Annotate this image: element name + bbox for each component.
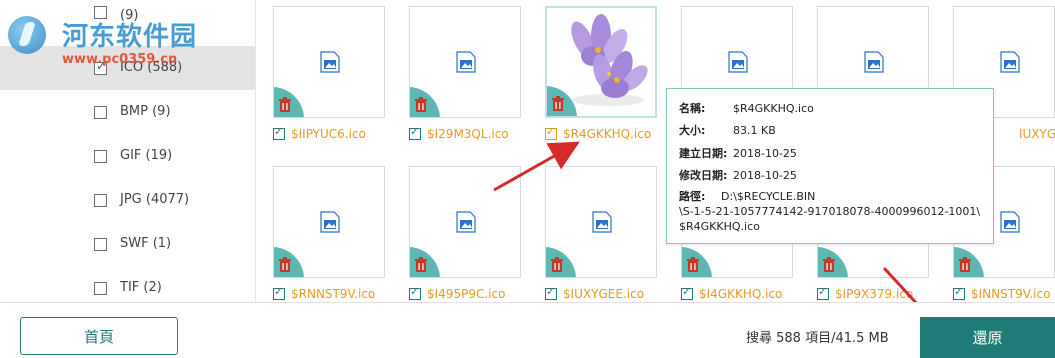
- home-button[interactable]: 首頁: [20, 317, 178, 355]
- footer-bar: 首頁 搜尋 588 項目/41.5 MB 還原: [0, 302, 1055, 358]
- arrow-to-selected-file: [493, 141, 580, 192]
- restore-button[interactable]: 還原: [920, 317, 1055, 358]
- search-status-text: 搜尋 588 項目/41.5 MB: [746, 331, 889, 346]
